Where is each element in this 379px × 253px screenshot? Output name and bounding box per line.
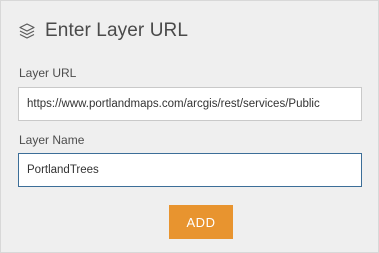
add-layer-panel: Enter Layer URL Layer URL Layer Name ADD [0,0,379,253]
layer-name-input[interactable] [18,153,362,187]
add-button[interactable]: ADD [169,205,233,239]
layer-url-input[interactable] [18,87,362,121]
layers-icon [18,22,36,40]
panel-header: Enter Layer URL [18,19,188,43]
layer-url-label: Layer URL [19,66,77,80]
layer-name-label: Layer Name [19,133,85,147]
panel-title: Enter Layer URL [45,20,189,41]
